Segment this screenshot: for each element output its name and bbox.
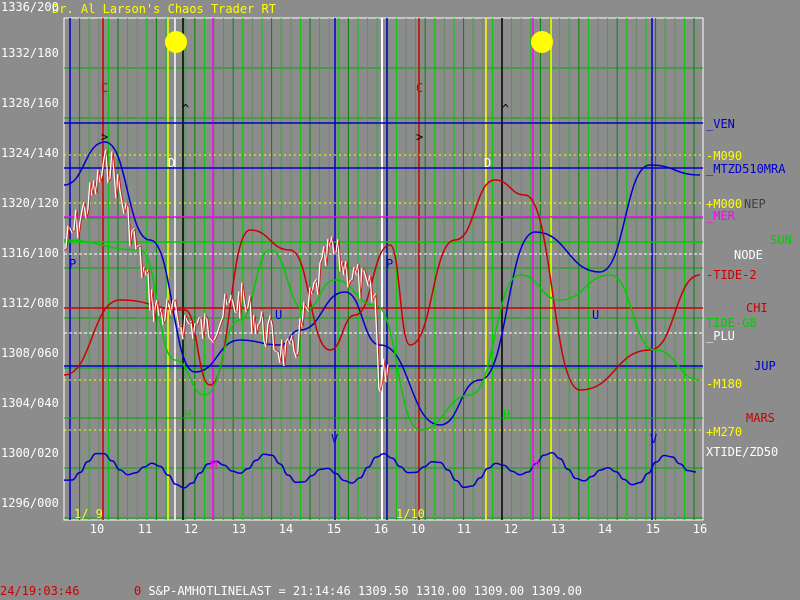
marker-h: H [184, 408, 192, 422]
legend-label: _MTZD510MRA [706, 162, 786, 176]
y-axis-label: 1316/100 [1, 246, 59, 260]
legend-label: MARS [746, 411, 775, 425]
x-axis-label: 16 [692, 522, 708, 536]
legend-label: -TIDE-2 [706, 268, 757, 282]
status-time: 24/19:03:46 [0, 584, 80, 598]
app-title: Dr. Al Larson's Chaos Trader RT [52, 2, 276, 16]
legend-label: +M270 [706, 425, 743, 439]
date-label-day1: 1/ 9 [74, 507, 103, 521]
x-axis-label: 13 [550, 522, 566, 536]
x-axis-label: 12 [503, 522, 519, 536]
status-last-time: 21:14:46 [292, 584, 351, 598]
x-axis-label: 10 [89, 522, 105, 536]
y-axis-label: 1304/040 [1, 396, 59, 410]
y-axis-label: 1336/200 [1, 0, 59, 14]
marker-gt: > [416, 130, 424, 144]
x-axis-label: 13 [231, 522, 247, 536]
y-axis-label: 1312/080 [1, 296, 59, 310]
sun-icon [531, 31, 553, 53]
status-high: 1310.00 [415, 584, 467, 598]
legend-label: TIDE-G8 [706, 316, 757, 330]
sun-icon [165, 31, 187, 53]
status-bar: 24/19:03:46 0 S&P-AMHOTLINELAST = 21:14:… [0, 584, 582, 598]
marker-m: M [532, 458, 540, 472]
status-last-label: LAST = [242, 584, 293, 598]
y-axis-label: 1324/140 [1, 146, 59, 160]
marker-gt: > [101, 130, 109, 144]
x-axis-label: 16 [373, 522, 389, 536]
x-axis-label: 11 [137, 522, 153, 536]
y-axis-label: 1300/020 [1, 446, 59, 460]
legend-label: CHI [746, 301, 768, 315]
legend-label: _VEN [706, 117, 735, 131]
y-axis-label: 1320/120 [1, 196, 59, 210]
x-axis-label: 11 [456, 522, 472, 536]
marker-v: V [650, 432, 658, 446]
y-axis-label: 1308/060 [1, 346, 59, 360]
marker-d: D [168, 156, 176, 170]
x-axis-label: 14 [278, 522, 294, 536]
legend-label: _MER [706, 209, 735, 223]
x-axis-label: 14 [597, 522, 613, 536]
y-axis-label: 1328/160 [1, 96, 59, 110]
marker-c: C [416, 81, 424, 95]
date-label-day2: 1/10 [396, 507, 425, 521]
xtide-oscillator [63, 452, 697, 489]
marker-m: M [210, 458, 218, 472]
y-axis-label: 1296/000 [1, 496, 59, 510]
marker-p: P [69, 257, 77, 271]
marker-caret: ^ [182, 102, 190, 116]
marker-u: U [275, 308, 283, 322]
legend-label: -M090 [706, 149, 743, 163]
legend-label: XTIDE/ZD50 [706, 445, 779, 459]
y-axis-label: 1332/180 [1, 46, 59, 60]
marker-v: V [331, 432, 339, 446]
legend-label: _PLU [706, 329, 735, 343]
status-close: 1309.00 [531, 584, 582, 598]
x-axis-label: 10 [410, 522, 426, 536]
legend-label: -M180 [706, 377, 743, 391]
legend-label: NODE [734, 248, 763, 262]
x-axis-label: 15 [326, 522, 342, 536]
marker-p: P [386, 257, 394, 271]
price-bars [63, 149, 390, 392]
legend-label: NEP [744, 197, 766, 211]
marker-d: D [484, 156, 492, 170]
status-feed: S&P-AMHOTLINE [148, 584, 243, 598]
legend-label: SUN [770, 233, 792, 247]
price-bar-series [63, 149, 389, 392]
marker-c: C [101, 81, 109, 95]
status-open: 1309.50 [357, 584, 409, 598]
x-axis-label: 12 [183, 522, 199, 536]
marker-caret: ^ [502, 102, 510, 116]
marker-u: U [592, 308, 600, 322]
status-zero: 0 [133, 584, 142, 598]
legend-label: JUP [754, 359, 776, 373]
x-axis-label: 15 [645, 522, 661, 536]
marker-h: H [503, 408, 511, 422]
status-low: 1309.00 [473, 584, 525, 598]
